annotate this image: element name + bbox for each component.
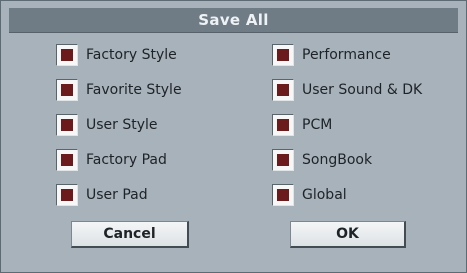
check-mark-icon — [277, 49, 289, 61]
checkbox-box[interactable] — [56, 114, 78, 136]
checkbox-label: SongBook — [302, 152, 373, 168]
check-mark-icon — [277, 84, 289, 96]
save-all-dialog: Save All Factory Style Favorite Style Us… — [0, 0, 467, 273]
check-mark-icon — [61, 119, 73, 131]
check-mark-icon — [61, 84, 73, 96]
checkbox-box[interactable] — [272, 184, 294, 206]
check-mark-icon — [277, 189, 289, 201]
checkbox-user-pad[interactable]: User Pad — [56, 184, 148, 206]
dialog-body: Factory Style Favorite Style User Style … — [9, 33, 458, 264]
ok-button[interactable]: OK — [290, 221, 406, 248]
checkbox-box[interactable] — [272, 44, 294, 66]
checkbox-box[interactable] — [56, 149, 78, 171]
check-mark-icon — [277, 154, 289, 166]
check-mark-icon — [277, 119, 289, 131]
checkbox-label: Factory Style — [86, 47, 177, 63]
checkbox-performance[interactable]: Performance — [272, 44, 391, 66]
check-mark-icon — [61, 154, 73, 166]
checkbox-label: User Sound & DK — [302, 82, 423, 98]
checkbox-user-style[interactable]: User Style — [56, 114, 158, 136]
checkbox-box[interactable] — [272, 149, 294, 171]
checkbox-label: Performance — [302, 47, 391, 63]
checkbox-box[interactable] — [56, 44, 78, 66]
checkbox-favorite-style[interactable]: Favorite Style — [56, 79, 182, 101]
checkbox-user-sound-dk[interactable]: User Sound & DK — [272, 79, 422, 101]
checkbox-songbook[interactable]: SongBook — [272, 149, 372, 171]
dialog-titlebar: Save All — [9, 8, 458, 33]
checkbox-box[interactable] — [272, 79, 294, 101]
checkbox-pcm[interactable]: PCM — [272, 114, 332, 136]
check-mark-icon — [61, 49, 73, 61]
checkbox-label: Global — [302, 187, 347, 203]
check-mark-icon — [61, 189, 73, 201]
cancel-button[interactable]: Cancel — [71, 221, 189, 248]
checkbox-label: Factory Pad — [86, 152, 167, 168]
checkbox-box[interactable] — [272, 114, 294, 136]
dialog-title: Save All — [198, 11, 269, 29]
checkbox-label: User Pad — [86, 187, 148, 203]
checkbox-label: Favorite Style — [86, 82, 182, 98]
checkbox-label: PCM — [302, 117, 333, 133]
checkbox-label: User Style — [86, 117, 158, 133]
checkbox-box[interactable] — [56, 184, 78, 206]
checkbox-global[interactable]: Global — [272, 184, 347, 206]
checkbox-factory-pad[interactable]: Factory Pad — [56, 149, 167, 171]
checkbox-factory-style[interactable]: Factory Style — [56, 44, 177, 66]
checkbox-box[interactable] — [56, 79, 78, 101]
